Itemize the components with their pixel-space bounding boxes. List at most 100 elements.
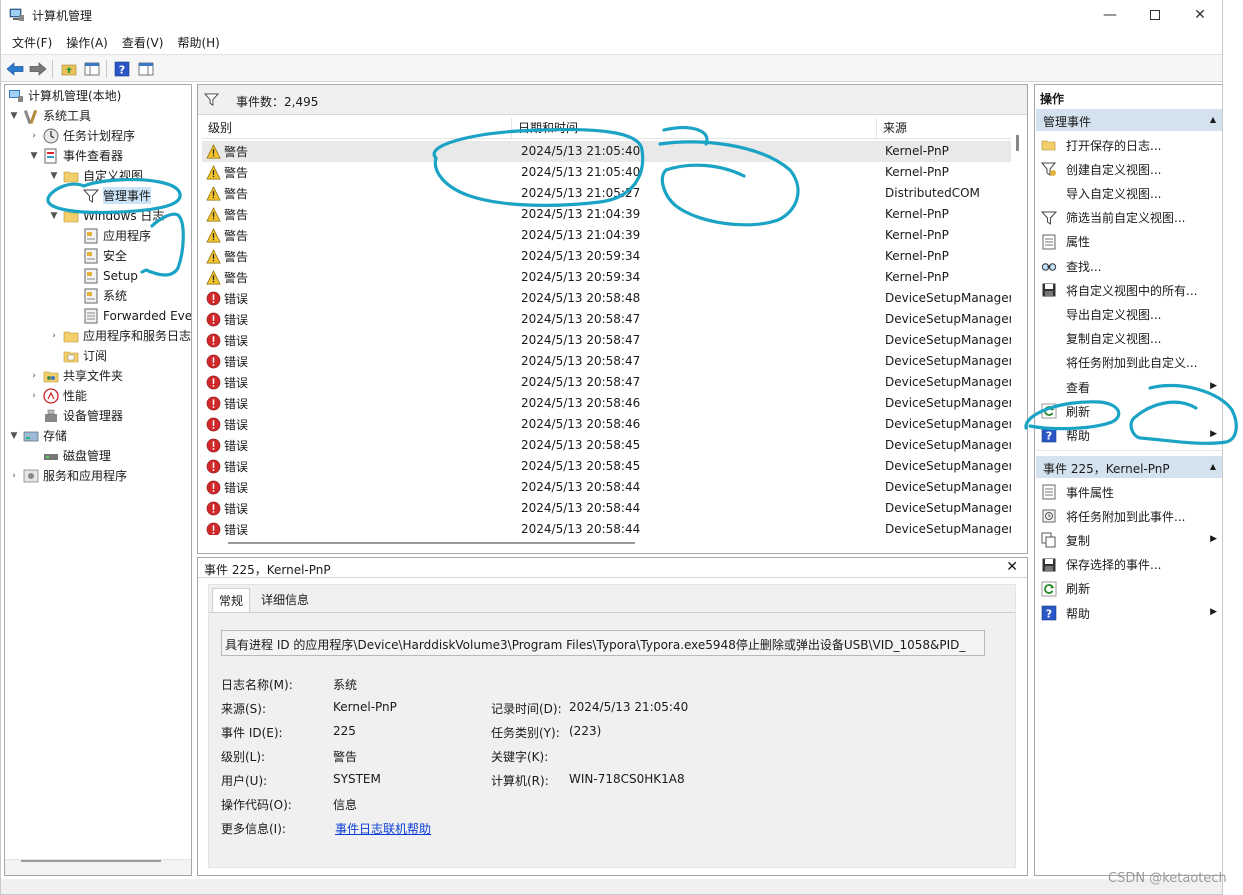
close-detail-icon[interactable]: ✕	[1006, 559, 1018, 575]
close-button[interactable]: ✕	[1177, 0, 1222, 30]
action-item[interactable]: 复制 ▶	[1041, 529, 1219, 551]
event-row[interactable]: 错误 2024/5/13 20:58:44 DeviceSetupManager	[202, 477, 1011, 498]
tree-twisty[interactable]: ›	[48, 331, 60, 341]
help-button[interactable]: ?	[112, 59, 132, 79]
event-row[interactable]: 错误 2024/5/13 20:58:44 DeviceSetupManager	[202, 498, 1011, 519]
event-row[interactable]: 错误 2024/5/13 20:58:45 DeviceSetupManager	[202, 456, 1011, 477]
maximize-button[interactable]	[1132, 0, 1178, 30]
column-source[interactable]: 来源	[877, 118, 1011, 139]
forward-button[interactable]	[28, 59, 48, 79]
tree-twisty[interactable]: ›	[28, 131, 40, 141]
tree-node-disk-management[interactable]: 磁盘管理	[28, 446, 111, 465]
event-message[interactable]: 具有进程 ID 的应用程序\Device\HarddiskVolume3\Pro…	[221, 630, 985, 656]
action-item[interactable]: 刷新	[1041, 578, 1219, 600]
tree-node-setup-log[interactable]: Setup	[68, 266, 138, 285]
event-row[interactable]: 警告 2024/5/13 21:05:40 Kernel-PnP	[202, 162, 1011, 183]
event-list-horizontal-scrollbar[interactable]	[228, 542, 635, 544]
event-row[interactable]: 警告 2024/5/13 21:04:39 Kernel-PnP	[202, 225, 1011, 246]
event-row[interactable]: 警告 2024/5/13 21:05:40 Kernel-PnP	[202, 141, 1011, 162]
menu-view[interactable]: 查看(V)	[115, 32, 171, 52]
action-group-manage-events[interactable]: 管理事件 ▲	[1036, 109, 1222, 131]
tree-node-computer-management[interactable]: 计算机管理(本地)	[6, 86, 121, 105]
up-one-level-button[interactable]	[59, 59, 79, 79]
action-item[interactable]: 将任务附加到此自定义...	[1041, 352, 1219, 374]
event-row[interactable]: 错误 2024/5/13 20:58:47 DeviceSetupManager	[202, 351, 1011, 372]
menu-file[interactable]: 文件(F)	[5, 32, 59, 52]
event-row[interactable]: 错误 2024/5/13 20:58:46 DeviceSetupManager	[202, 414, 1011, 435]
action-item[interactable]: 查找...	[1041, 255, 1219, 277]
menu-help[interactable]: 帮助(H)	[170, 32, 226, 52]
event-row[interactable]: 错误 2024/5/13 20:58:47 DeviceSetupManager	[202, 309, 1011, 330]
action-item[interactable]: 打开保存的日志...	[1041, 134, 1219, 156]
action-item[interactable]: 将任务附加到此事件...	[1041, 505, 1219, 527]
tree-node-system-tools[interactable]: ▼ 系统工具	[8, 106, 91, 125]
tree-node-event-viewer[interactable]: ▼ 事件查看器	[28, 146, 123, 165]
event-row[interactable]: 警告 2024/5/13 20:59:34 Kernel-PnP	[202, 246, 1011, 267]
event-row[interactable]: 错误 2024/5/13 20:58:46 DeviceSetupManager	[202, 393, 1011, 414]
action-group-event[interactable]: 事件 225，Kernel-PnP ▲	[1036, 456, 1222, 478]
event-row[interactable]: 警告 2024/5/13 20:59:34 Kernel-PnP	[202, 267, 1011, 288]
action-item[interactable]: 将自定义视图中的所有...	[1041, 279, 1219, 301]
action-item[interactable]: 筛选当前自定义视图...	[1041, 207, 1219, 229]
action-item[interactable]: 刷新	[1041, 400, 1219, 422]
tree-twisty[interactable]: ›	[8, 471, 20, 481]
event-row[interactable]: 警告 2024/5/13 21:04:39 Kernel-PnP	[202, 204, 1011, 225]
folder-icon	[63, 211, 79, 222]
event-row[interactable]: 错误 2024/5/13 20:58:47 DeviceSetupManager	[202, 330, 1011, 351]
event-row[interactable]: 错误 2024/5/13 20:58:45 DeviceSetupManager	[202, 435, 1011, 456]
tree-node-custom-views[interactable]: ▼ 自定义视图	[48, 166, 143, 185]
collapse-arrow-icon[interactable]: ▲	[1210, 462, 1216, 471]
tree-node-storage[interactable]: ▼ 存储	[8, 426, 67, 445]
back-button[interactable]	[5, 59, 25, 79]
tree-node-services-apps[interactable]: › 服务和应用程序	[8, 466, 127, 485]
tree-twisty[interactable]: ▼	[48, 211, 60, 221]
action-item[interactable]: ? 帮助 ▶	[1041, 424, 1219, 446]
action-item[interactable]: ? 帮助 ▶	[1041, 602, 1219, 624]
tree-node-windows-logs[interactable]: ▼ Windows 日志	[48, 206, 165, 225]
tab-general[interactable]: 常规	[212, 588, 251, 612]
show-hide-action-pane-button[interactable]	[136, 59, 156, 79]
tree-node-app-service-logs[interactable]: › 应用程序和服务日志	[48, 326, 191, 345]
action-item[interactable]: 事件属性	[1041, 481, 1219, 503]
action-label: 创建自定义视图...	[1066, 162, 1162, 177]
tree-twisty[interactable]: ▼	[48, 171, 60, 181]
column-level[interactable]: 级别	[202, 118, 512, 139]
tree-node-device-manager[interactable]: 设备管理器	[28, 406, 123, 425]
action-item[interactable]: 属性	[1041, 231, 1219, 253]
more-info-link[interactable]: 事件日志联机帮助	[335, 820, 431, 837]
column-datetime[interactable]: 日期和时间	[512, 118, 877, 139]
action-item[interactable]: 复制自定义视图...	[1041, 328, 1219, 350]
tree-twisty[interactable]: ▼	[8, 111, 20, 121]
action-item[interactable]: 保存选择的事件...	[1041, 554, 1219, 576]
event-row[interactable]: 错误 2024/5/13 20:58:47 DeviceSetupManager	[202, 372, 1011, 393]
tree-twisty[interactable]: ▼	[8, 431, 20, 441]
event-row[interactable]: 警告 2024/5/13 21:05:27 DistributedCOM	[202, 183, 1011, 204]
tree-scrollbar-thumb[interactable]	[21, 860, 161, 862]
tree-node-security-log[interactable]: 安全	[68, 246, 127, 265]
tree-node-subscriptions[interactable]: 订阅	[48, 346, 107, 365]
tree-node-performance[interactable]: › 性能	[28, 386, 87, 405]
tree-twisty[interactable]: ›	[28, 371, 40, 381]
tree-twisty[interactable]: ▼	[28, 151, 40, 161]
action-item[interactable]: 创建自定义视图...	[1041, 158, 1219, 180]
event-list-vertical-scrollbar[interactable]	[1016, 135, 1019, 151]
tree-node-administrative-events[interactable]: 管理事件	[68, 186, 152, 205]
menu-action[interactable]: 操作(A)	[59, 32, 115, 52]
action-item[interactable]: 导入自定义视图...	[1041, 182, 1219, 204]
collapse-arrow-icon[interactable]: ▲	[1210, 115, 1216, 124]
tree-twisty[interactable]: ›	[28, 391, 40, 401]
event-list-columns: 级别 日期和时间 来源	[202, 118, 1011, 139]
tree-node-system-log[interactable]: 系统	[68, 286, 127, 305]
event-row[interactable]: 错误 2024/5/13 20:58:44 DeviceSetupManager	[202, 519, 1011, 535]
tree-node-shared-folders[interactable]: › 共享文件夹	[28, 366, 123, 385]
tab-details[interactable]: 详细信息	[255, 588, 315, 612]
event-row[interactable]: 错误 2024/5/13 20:58:48 DeviceSetupManager	[202, 288, 1011, 309]
tree-node-application-log[interactable]: 应用程序	[68, 226, 151, 245]
minimize-button[interactable]: —	[1087, 0, 1133, 30]
event-datetime-cell: 2024/5/13 21:05:40	[521, 165, 641, 179]
action-item[interactable]: 导出自定义视图...	[1041, 303, 1219, 325]
show-hide-tree-button[interactable]	[82, 59, 102, 79]
tree-node-task-scheduler[interactable]: › 任务计划程序	[28, 126, 135, 145]
action-item[interactable]: 查看 ▶	[1041, 376, 1219, 398]
tree-node-forwarded-events[interactable]: Forwarded Eve	[68, 306, 191, 325]
